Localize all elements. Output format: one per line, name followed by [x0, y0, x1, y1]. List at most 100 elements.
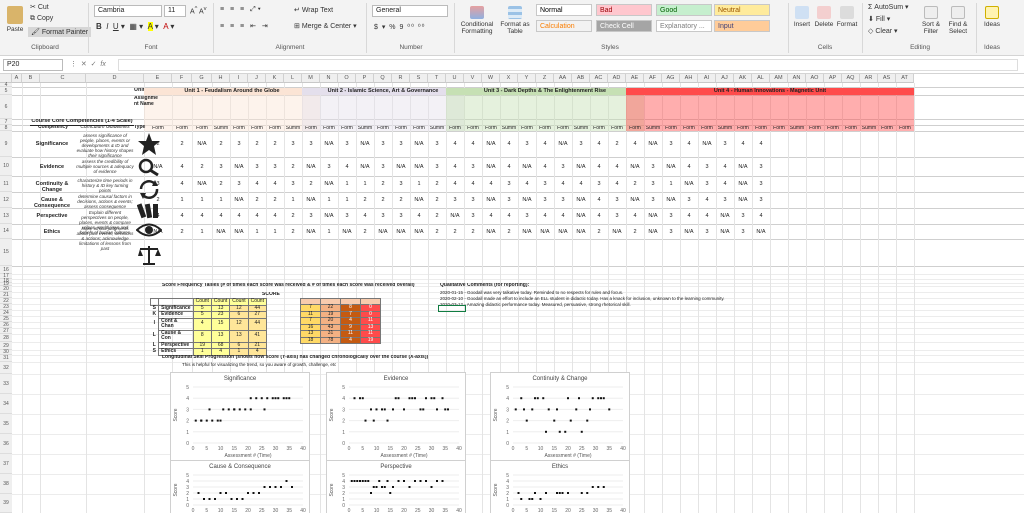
score-cell[interactable]: 4 — [591, 197, 607, 203]
score-cell[interactable]: 1 — [663, 181, 679, 187]
score-cell[interactable]: 2 — [447, 229, 463, 235]
score-cell[interactable]: 1 — [194, 229, 210, 235]
score-cell[interactable]: N/A — [411, 229, 427, 235]
number-buttons[interactable]: $ ▾ % 9 ⁰⁰ ⁰⁰ — [374, 23, 425, 31]
score-cell[interactable]: 2 — [429, 197, 445, 203]
score-cell[interactable]: N/A — [393, 229, 409, 235]
score-cell[interactable]: 1 — [213, 197, 229, 203]
column-header[interactable]: P — [356, 74, 374, 83]
score-cell[interactable]: 4 — [213, 213, 229, 219]
score-cell[interactable]: N/A — [231, 229, 247, 235]
chart-5[interactable]: Ethics0123450510152025303540Assessment #… — [490, 460, 630, 513]
score-cell[interactable]: 3 — [429, 164, 445, 170]
row-header[interactable]: 13 — [0, 208, 12, 224]
merge-center-button[interactable]: ⊞ Merge & Center ▾ — [294, 22, 357, 30]
row-header[interactable]: 28 — [0, 334, 12, 342]
column-header[interactable]: V — [464, 74, 482, 83]
find-select-button[interactable]: Find & Select — [946, 6, 970, 35]
column-header[interactable]: S — [410, 74, 428, 83]
score-cell[interactable]: N/A — [411, 164, 427, 170]
score-cell[interactable]: 3 — [375, 164, 391, 170]
score-cell[interactable]: 4 — [447, 164, 463, 170]
conditional-formatting-button[interactable]: Conditional Formatting — [458, 6, 496, 35]
score-cell[interactable]: 4 — [483, 213, 499, 219]
score-cell[interactable]: N/A — [717, 229, 733, 235]
cell-style-1[interactable]: Bad — [596, 4, 652, 16]
score-cell[interactable]: N/A — [555, 229, 571, 235]
score-cell[interactable]: 4 — [591, 213, 607, 219]
score-cell[interactable]: 1 — [249, 229, 265, 235]
score-cell[interactable]: 3 — [555, 164, 571, 170]
column-header[interactable]: AQ — [842, 74, 860, 83]
clear-button[interactable]: ◇ Clear ▾ — [868, 27, 898, 35]
score-cell[interactable]: N/A — [303, 197, 319, 203]
score-cell[interactable]: 4 — [174, 164, 190, 170]
delete-button[interactable]: Delete — [814, 6, 834, 28]
cell-style-0[interactable]: Normal — [536, 4, 592, 16]
score-cell[interactable]: 3 — [735, 213, 751, 219]
score-cell[interactable]: 2 — [285, 213, 301, 219]
score-cell[interactable]: 3 — [501, 181, 517, 187]
score-cell[interactable]: 3 — [699, 229, 715, 235]
cell-style-3[interactable]: Neutral — [714, 4, 770, 16]
score-cell[interactable]: 3 — [537, 197, 553, 203]
score-cell[interactable]: 3 — [681, 197, 697, 203]
score-cell[interactable]: N/A — [483, 141, 499, 147]
column-header[interactable]: AP — [824, 74, 842, 83]
number-format-select[interactable]: General — [372, 5, 448, 17]
score-cell[interactable]: 4 — [555, 181, 571, 187]
score-cell[interactable]: 4 — [231, 213, 247, 219]
score-cell[interactable]: 3 — [753, 181, 769, 187]
row-header[interactable]: 10 — [0, 157, 12, 176]
score-cell[interactable]: N/A — [681, 229, 697, 235]
score-cell[interactable]: 4 — [717, 181, 733, 187]
score-cell[interactable]: N/A — [231, 164, 247, 170]
score-cell[interactable]: 3 — [321, 164, 337, 170]
column-header[interactable]: U — [446, 74, 464, 83]
score-cell[interactable]: N/A — [609, 229, 625, 235]
score-cell[interactable]: N/A — [411, 141, 427, 147]
score-cell[interactable]: N/A — [717, 213, 733, 219]
score-cell[interactable]: 3 — [267, 164, 283, 170]
score-cell[interactable]: N/A — [645, 229, 661, 235]
column-header[interactable]: AR — [860, 74, 878, 83]
score-cell[interactable]: 2 — [249, 141, 265, 147]
score-cell[interactable]: N/A — [447, 213, 463, 219]
score-cell[interactable]: N/A — [321, 181, 337, 187]
score-cell[interactable]: 3 — [465, 197, 481, 203]
score-cell[interactable]: 3 — [231, 181, 247, 187]
score-cell[interactable]: 3 — [231, 141, 247, 147]
score-cell[interactable]: 4 — [501, 141, 517, 147]
score-cell[interactable]: 4 — [681, 213, 697, 219]
score-cell[interactable]: N/A — [483, 197, 499, 203]
score-cell[interactable]: 3 — [339, 141, 355, 147]
score-cell[interactable]: 3 — [303, 213, 319, 219]
column-header[interactable]: Z — [536, 74, 554, 83]
score-cell[interactable]: N/A — [231, 197, 247, 203]
score-cell[interactable]: N/A — [303, 164, 319, 170]
score-cell[interactable]: 4 — [627, 213, 643, 219]
row-header[interactable]: 36 — [0, 434, 12, 454]
score-cell[interactable]: N/A — [699, 141, 715, 147]
column-header[interactable]: W — [482, 74, 500, 83]
score-cell[interactable]: 4 — [753, 213, 769, 219]
score-cell[interactable]: N/A — [393, 164, 409, 170]
row-header[interactable]: 39 — [0, 494, 12, 513]
score-cell[interactable]: 4 — [591, 164, 607, 170]
score-cell[interactable]: 4 — [267, 181, 283, 187]
column-header[interactable]: I — [230, 74, 248, 83]
score-cell[interactable]: 4 — [411, 213, 427, 219]
score-cell[interactable]: 1 — [285, 197, 301, 203]
score-cell[interactable]: 3 — [753, 197, 769, 203]
score-cell[interactable]: N/A — [483, 164, 499, 170]
score-cell[interactable]: 3 — [537, 181, 553, 187]
font-name-select[interactable]: Cambria — [94, 5, 162, 17]
column-header[interactable]: N — [320, 74, 338, 83]
score-cell[interactable]: N/A — [375, 229, 391, 235]
column-header[interactable]: D — [86, 74, 144, 83]
name-box[interactable]: P20 — [3, 59, 63, 71]
align-buttons[interactable]: ≡ ≡ ≡ ⇤ ⇥ — [220, 22, 270, 30]
score-cell[interactable]: 2 — [627, 229, 643, 235]
row-header[interactable]: 35 — [0, 414, 12, 434]
row-header[interactable]: 32 — [0, 362, 12, 374]
